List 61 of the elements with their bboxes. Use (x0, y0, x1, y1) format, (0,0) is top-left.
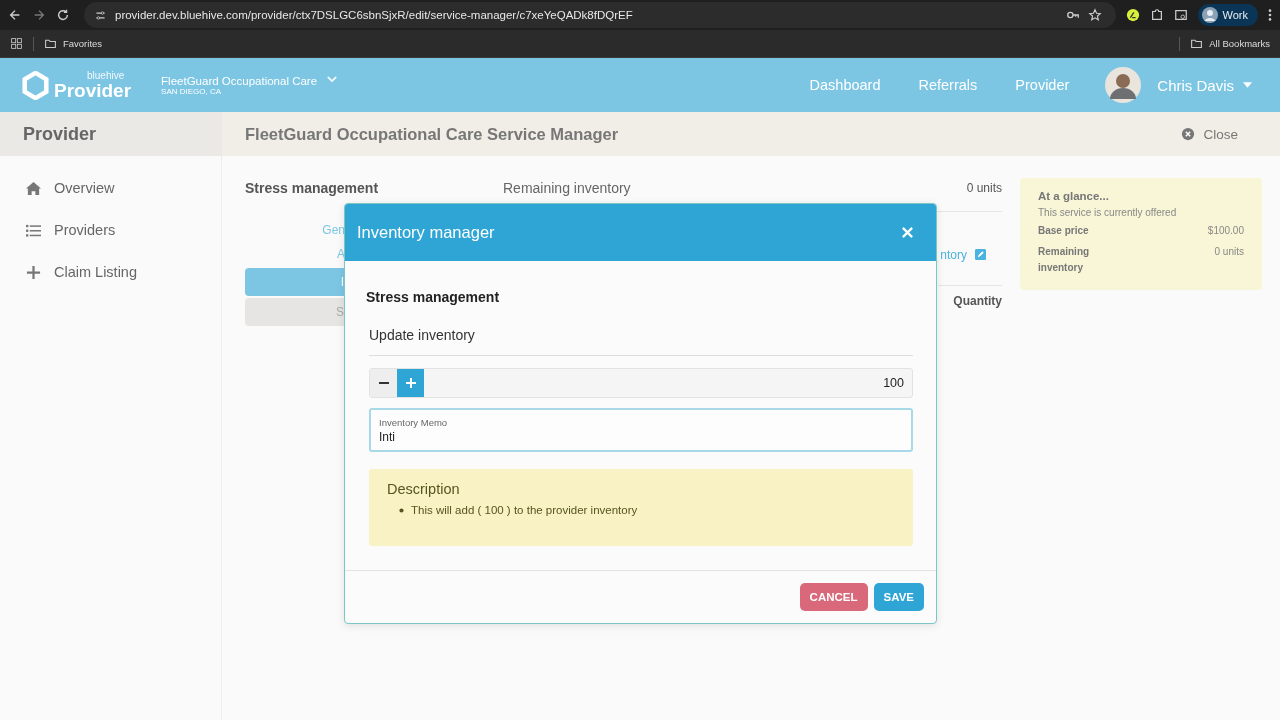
card-title: At a glance... (1038, 190, 1110, 202)
service-name: Stress management (366, 289, 501, 305)
memo-field[interactable]: Inventory Memo Inti (369, 408, 913, 452)
reload-icon[interactable] (56, 8, 70, 22)
address-bar[interactable]: provider.dev.bluehive.com/provider/ctx7DSLGC6sbnSjxR/edit/service-manager/c7xeYeQADk8fDQrEF (84, 2, 1116, 28)
forward-icon[interactable] (32, 8, 46, 22)
sidebar-item[interactable]: Claim Listing (0, 264, 221, 280)
column-header: Quantity (953, 294, 1002, 308)
organization-location: SAN DIEGO, CA (161, 86, 222, 96)
dialog-title: Inventory manager (357, 223, 496, 242)
list-icon (25, 222, 42, 238)
edit-link[interactable]: ntory (940, 247, 967, 262)
more-icon[interactable] (1268, 8, 1272, 22)
bookmark-folder[interactable]: All Bookmarks (1190, 37, 1270, 50)
plus-icon (405, 378, 416, 388)
field-label: Inventory Memo (379, 416, 449, 428)
quantity-field[interactable]: 100 (424, 369, 912, 397)
folder-icon (1190, 37, 1204, 50)
sidebar-item[interactable]: Providers (0, 222, 221, 238)
minus-icon (378, 382, 389, 384)
section-heading: Update inventory (369, 327, 913, 356)
summary-value: 0 units (1214, 245, 1244, 259)
close-button[interactable]: Close (1181, 126, 1238, 142)
profile-button[interactable]: Work (1197, 4, 1258, 26)
back-icon[interactable] (8, 8, 22, 22)
puzzle-icon[interactable] (1149, 8, 1164, 22)
bookmark-folder[interactable]: Favorites (44, 37, 103, 50)
summary-label: Base price (1038, 224, 1090, 238)
tab-search-icon[interactable] (1173, 8, 1188, 22)
description-text: This will add ( 100 ) to the provider inventory (411, 504, 638, 516)
service-status: This service is currently offered (1038, 207, 1178, 218)
brand-tagline: bluehive (87, 70, 126, 81)
brand-name: Provider (54, 80, 132, 100)
hexagon-logo-icon (22, 70, 49, 100)
bullet-icon (399, 507, 404, 513)
plus-icon (25, 264, 42, 280)
organization-name: FleetGuard Occupational Care (161, 74, 318, 87)
close-icon (1181, 127, 1196, 141)
decrement-button[interactable] (370, 369, 397, 397)
apps-icon[interactable] (10, 37, 23, 50)
sidebar-item[interactable]: Overview (0, 180, 221, 196)
service-name: Stress management (245, 180, 380, 196)
memo-input[interactable]: Inti (379, 429, 903, 444)
site-settings-icon[interactable] (94, 8, 107, 22)
summary-label: Remaining inventory (1038, 245, 1091, 275)
avatar-icon (1201, 7, 1218, 23)
description-title: Description (387, 481, 461, 497)
star-icon[interactable] (1087, 8, 1102, 22)
section-title: Provider (23, 123, 97, 145)
close-icon[interactable] (901, 226, 914, 239)
folder-icon (44, 37, 57, 50)
quantity-stepper[interactable]: 100 (369, 368, 913, 398)
remaining-label: Remaining inventory (503, 180, 631, 196)
page-title: FleetGuard Occupational Care Service Manager (245, 124, 620, 144)
save-button[interactable]: SAVE (873, 583, 924, 611)
extension-icon[interactable] (1125, 8, 1140, 22)
avatar (1105, 67, 1142, 103)
home-icon (25, 180, 42, 196)
remaining-value: 0 units (966, 181, 1002, 195)
summary-value: $100.00 (1207, 224, 1244, 238)
cancel-button[interactable]: CANCEL (799, 583, 868, 611)
